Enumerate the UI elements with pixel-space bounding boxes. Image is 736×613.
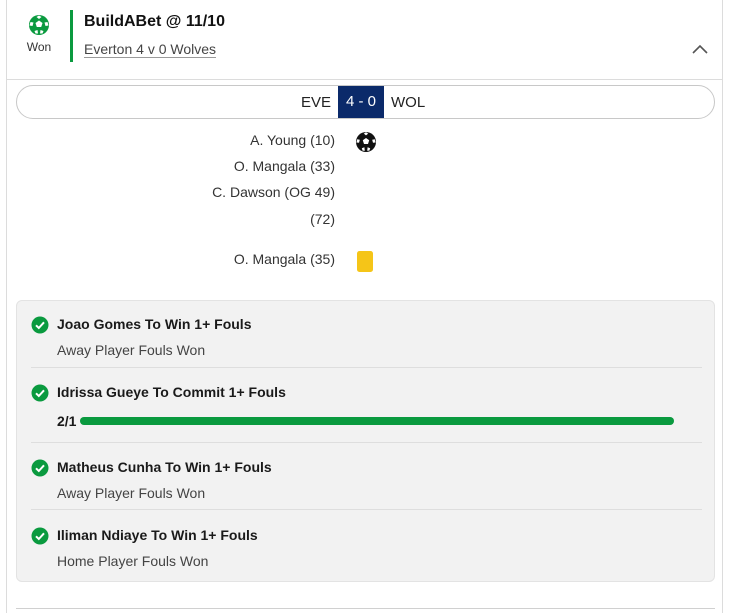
football-icon	[29, 15, 49, 35]
leg-title: Idrissa Gueye To Commit 1+ Fouls	[57, 384, 286, 400]
home-team: EVE	[300, 94, 331, 111]
away-team: WOL	[391, 94, 426, 111]
football-icon	[356, 132, 376, 152]
divider	[16, 608, 715, 609]
goal-event: O. Mangala (33)	[233, 158, 335, 174]
check-circle-icon	[31, 384, 49, 402]
bet-card: Won BuildABet @ 11/10 Everton 4 v 0 Wolv…	[6, 0, 723, 613]
status-label: Won	[26, 40, 52, 54]
status-accent-bar	[70, 10, 73, 62]
match-link[interactable]: Everton 4 v 0 Wolves	[84, 41, 217, 58]
scoreboard: EVE 4 - 0 WOL	[16, 85, 715, 119]
leg-divider	[31, 509, 702, 510]
leg-subtitle: Away Player Fouls Won	[57, 342, 206, 358]
leg-divider	[31, 367, 702, 368]
yellow-card-icon	[357, 251, 373, 272]
leg-subtitle: Home Player Fouls Won	[57, 553, 209, 569]
score-badge: 4 - 0	[338, 86, 384, 118]
goal-event: A. Young (10)	[250, 132, 335, 148]
bet-title: BuildABet @ 11/10	[84, 13, 225, 30]
leg-divider	[31, 442, 702, 443]
check-circle-icon	[31, 459, 49, 477]
progress-bar	[80, 417, 674, 425]
bet-legs: Joao Gomes To Win 1+ Fouls Away Player F…	[16, 300, 715, 582]
leg-subtitle: Away Player Fouls Won	[57, 485, 206, 501]
card-event: O. Mangala (35)	[233, 251, 335, 267]
goal-event: C. Dawson (OG 49)	[212, 184, 335, 200]
bet-status: Won	[21, 14, 57, 54]
progress-fill	[80, 417, 674, 425]
leg-title: Joao Gomes To Win 1+ Fouls	[57, 316, 252, 332]
check-circle-icon	[31, 316, 49, 334]
check-circle-icon	[31, 527, 49, 545]
leg-title: Matheus Cunha To Win 1+ Fouls	[57, 459, 272, 475]
progress-label: 2/1	[57, 413, 77, 429]
leg-title: Iliman Ndiaye To Win 1+ Fouls	[57, 527, 258, 543]
goal-event: (72)	[310, 211, 335, 227]
chevron-up-icon[interactable]	[692, 44, 708, 54]
bet-header[interactable]: Won BuildABet @ 11/10 Everton 4 v 0 Wolv…	[7, 0, 722, 80]
